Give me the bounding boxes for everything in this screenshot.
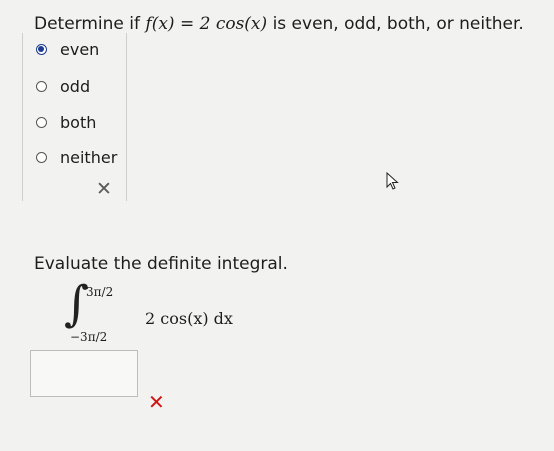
question1-prefix: Determine if bbox=[34, 14, 140, 34]
function-expression: f(x) = 2 cos(x) bbox=[145, 14, 268, 34]
option-both-label: both bbox=[60, 112, 97, 132]
radio-both[interactable] bbox=[36, 116, 47, 128]
question1-prompt: Determine if f(x) = 2 cos(x) is even, od… bbox=[34, 14, 524, 34]
option-odd-label: odd bbox=[60, 76, 91, 96]
incorrect-red-x-icon: ✕ bbox=[148, 390, 165, 414]
answer-input[interactable] bbox=[30, 350, 138, 397]
mouse-cursor-icon bbox=[386, 172, 399, 190]
option-neither[interactable]: neither bbox=[36, 146, 117, 168]
integrand: 2 cos(x) dx bbox=[145, 309, 233, 328]
option-odd[interactable]: odd bbox=[36, 75, 90, 97]
option-neither-label: neither bbox=[60, 147, 118, 167]
question1-suffix: is even, odd, both, or neither. bbox=[272, 14, 524, 34]
option-even[interactable]: even bbox=[36, 38, 99, 60]
radio-neither[interactable] bbox=[36, 151, 47, 163]
option-both[interactable]: both bbox=[36, 111, 96, 133]
radio-odd[interactable] bbox=[36, 80, 47, 92]
incorrect-x-icon: ✕ bbox=[96, 178, 112, 200]
option-even-label: even bbox=[60, 39, 100, 59]
lower-limit: −3π/2 bbox=[70, 330, 108, 344]
upper-limit: 3π/2 bbox=[86, 285, 114, 299]
radio-even[interactable] bbox=[36, 43, 47, 55]
question2-prompt: Evaluate the definite integral. bbox=[34, 254, 288, 274]
